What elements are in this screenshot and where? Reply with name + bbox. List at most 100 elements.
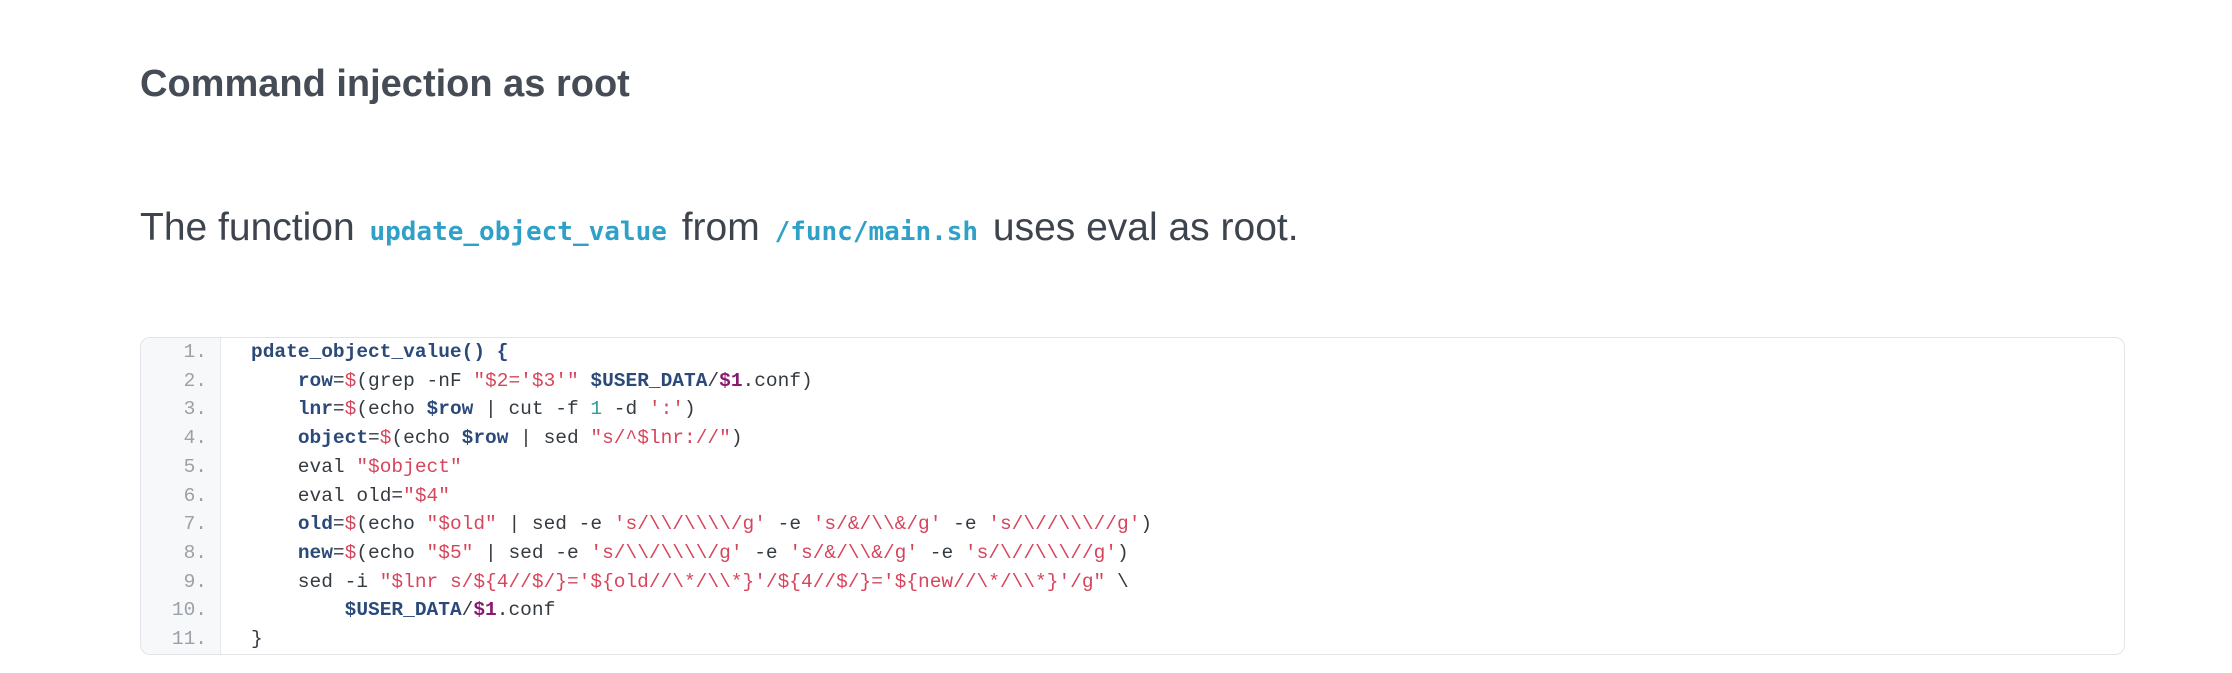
code-token: $ (379, 427, 392, 450)
code-token: .conf) (742, 369, 813, 392)
code-token: | sed (508, 427, 591, 450)
line-number: 3. (183, 398, 207, 421)
code-token: / (707, 369, 720, 392)
code-token: $USER_DATA (590, 369, 708, 392)
code-token: $1 (719, 369, 743, 392)
code-token: $row (461, 427, 509, 450)
line-number: 7. (183, 513, 207, 536)
code-token: 's/\\/\\\\/g' (613, 513, 766, 536)
code-token: sed -i (251, 570, 380, 593)
code-token: -e (765, 513, 813, 536)
code-line: 8. new=$(echo "$5" | sed -e 's/\\/\\\\/g… (141, 539, 2124, 568)
code-token: | cut -f (473, 398, 591, 421)
inline-code-function-name: update_object_value (369, 217, 667, 247)
code-token: pdate_object_value() { (251, 341, 509, 363)
code-token: (grep -nF (356, 369, 474, 392)
code-line-text: new=$(echo "$5" | sed -e 's/\\/\\\\/g' -… (251, 539, 1129, 568)
code-line-text: sed -i "$lnr s/${4//$/}='${old//\*/\\*}'… (251, 568, 1129, 597)
code-token: ) (1140, 513, 1153, 536)
code-token: "$5" (426, 541, 474, 564)
code-token: (echo (356, 398, 427, 421)
code-token: $USER_DATA (344, 599, 462, 622)
line-number: 2. (183, 369, 207, 392)
code-token: = (332, 369, 345, 392)
code-token: \ (1105, 570, 1129, 593)
code-token: $ (344, 398, 357, 421)
line-number: 4. (183, 427, 207, 450)
code-line-text: object=$(echo $row | sed "s/^$lnr://") (251, 424, 743, 453)
code-token: | sed -e (473, 541, 591, 564)
code-token: "$lnr s/${4//$/}='${old//\*/\\*}'/${4//$… (379, 570, 1106, 593)
code-line: 5. eval "$object" (141, 453, 2124, 482)
code-token: $1 (473, 599, 497, 622)
description-paragraph: The function update_object_value from /f… (140, 200, 1299, 260)
code-token: -e (918, 541, 965, 564)
code-token: ) (1117, 541, 1129, 564)
line-number: 11. (171, 628, 207, 650)
code-line: 1. pdate_object_value() { (141, 338, 2124, 367)
code-token: object (297, 427, 369, 450)
code-token: $ (344, 541, 357, 564)
code-token: .conf (496, 599, 556, 622)
code-line-text: } (251, 625, 263, 654)
code-token: ':' (648, 398, 685, 421)
code-token: 's/\//\\\//g' (988, 513, 1141, 536)
section-heading: Command injection as root (140, 63, 630, 105)
code-line: 11.} (141, 625, 2124, 654)
line-number: 8. (183, 541, 207, 564)
line-number: 10. (171, 599, 207, 622)
line-number: 1. (183, 341, 207, 363)
code-token: -e (742, 541, 790, 564)
code-token: = (332, 541, 345, 564)
code-token: $row (426, 398, 474, 421)
code-token: / (461, 599, 474, 622)
code-line: 10. $USER_DATA/$1.conf (141, 596, 2124, 625)
code-line-text: pdate_object_value() { (251, 338, 508, 367)
code-token: (echo (391, 427, 462, 450)
code-line: 4. object=$(echo $row | sed "s/^$lnr://"… (141, 424, 2124, 453)
paragraph-text-middle: from (670, 206, 771, 249)
code-token: 1 (590, 398, 603, 421)
code-token: ) (684, 398, 696, 421)
code-line: 2. row=$(grep -nF "$2='$3'" $USER_DATA/$… (141, 367, 2124, 396)
line-number: 5. (183, 455, 207, 478)
code-token: } (251, 628, 263, 650)
code-token: new (297, 541, 333, 564)
code-token: lnr (297, 398, 333, 421)
code-token: "$old" (426, 513, 497, 536)
code-line-text: lnr=$(echo $row | cut -f 1 -d ':') (251, 395, 696, 424)
code-block[interactable]: 1. pdate_object_value() {2. row=$(grep -n… (140, 337, 2125, 655)
code-token: row (297, 369, 333, 392)
code-line: 9. sed -i "$lnr s/${4//$/}='${old//\*/\\… (141, 568, 2124, 597)
code-token: = (332, 398, 345, 421)
code-token: (echo (356, 541, 427, 564)
code-token: old (297, 513, 333, 536)
paragraph-text-before: The function (140, 206, 366, 249)
code-token: "$2='$3'" (473, 369, 579, 392)
code-line: 3. lnr=$(echo $row | cut -f 1 -d ':') (141, 395, 2124, 424)
code-token: 's/\\/\\\\/g' (590, 541, 743, 564)
code-token: (echo (356, 513, 427, 536)
code-token: -e (941, 513, 989, 536)
code-token: ) (730, 427, 743, 450)
code-line: 7. old=$(echo "$old" | sed -e 's/\\/\\\\… (141, 510, 2124, 539)
code-line-text: eval old="$4" (251, 482, 450, 511)
inline-code-file-path: /func/main.sh (774, 217, 979, 247)
line-number: 6. (183, 484, 207, 507)
code-token: 's/&/\\&/g' (789, 541, 919, 564)
code-token: "s/^$lnr://" (590, 427, 731, 450)
code-token: 's/&/\\&/g' (812, 513, 942, 536)
code-line-text: eval "$object" (251, 453, 462, 482)
line-number: 9. (183, 570, 207, 593)
code-token: -d (602, 398, 649, 421)
code-token: eval (251, 455, 357, 478)
code-line-text: $USER_DATA/$1.conf (251, 596, 556, 625)
code-token: = (368, 427, 380, 450)
code-token: | sed -e (496, 513, 614, 536)
